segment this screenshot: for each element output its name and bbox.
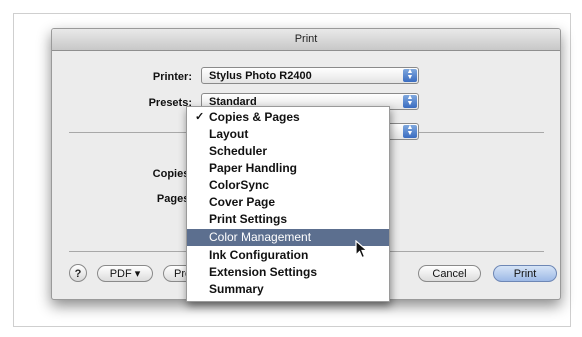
separator-left — [69, 132, 201, 133]
menu-item-paper-handling[interactable]: Paper Handling — [187, 160, 389, 177]
printer-value: Stylus Photo R2400 — [209, 70, 312, 82]
menu-item-extension-settings[interactable]: Extension Settings — [187, 264, 389, 281]
menu-item-copies-pages[interactable]: ✓ Copies & Pages — [187, 109, 389, 126]
presets-label: Presets: — [148, 97, 192, 109]
separator-right — [419, 132, 544, 133]
stepper-arrows-icon: ▲ ▼ — [403, 68, 417, 82]
printer-label: Printer: — [152, 71, 192, 83]
printer-popup[interactable]: Stylus Photo R2400 ▲ ▼ — [201, 67, 419, 84]
pages-label: Pages: — [156, 193, 193, 205]
menu-item-summary[interactable]: Summary — [187, 281, 389, 298]
menu-item-layout[interactable]: Layout — [187, 126, 389, 143]
panel-menu: ✓ Copies & Pages Layout Scheduler Paper … — [186, 106, 390, 302]
print-button[interactable]: Print — [493, 265, 557, 282]
menu-item-cover-page[interactable]: Cover Page — [187, 194, 389, 211]
copies-label: Copies: — [152, 168, 193, 180]
mouse-pointer-icon — [355, 240, 369, 259]
menu-item-colorsync[interactable]: ColorSync — [187, 177, 389, 194]
stepper-arrows-icon: ▲ ▼ — [403, 124, 417, 138]
stepper-arrows-icon: ▲ ▼ — [403, 94, 417, 108]
menu-item-print-settings[interactable]: Print Settings — [187, 211, 389, 228]
pdf-button[interactable]: PDF ▾ — [97, 265, 153, 282]
menu-item-scheduler[interactable]: Scheduler — [187, 143, 389, 160]
cancel-button[interactable]: Cancel — [418, 265, 481, 282]
menu-item-label: Copies & Pages — [209, 110, 300, 124]
help-button[interactable]: ? — [69, 264, 87, 282]
check-mark-icon: ✓ — [195, 111, 205, 123]
window-title: Print — [52, 29, 560, 51]
